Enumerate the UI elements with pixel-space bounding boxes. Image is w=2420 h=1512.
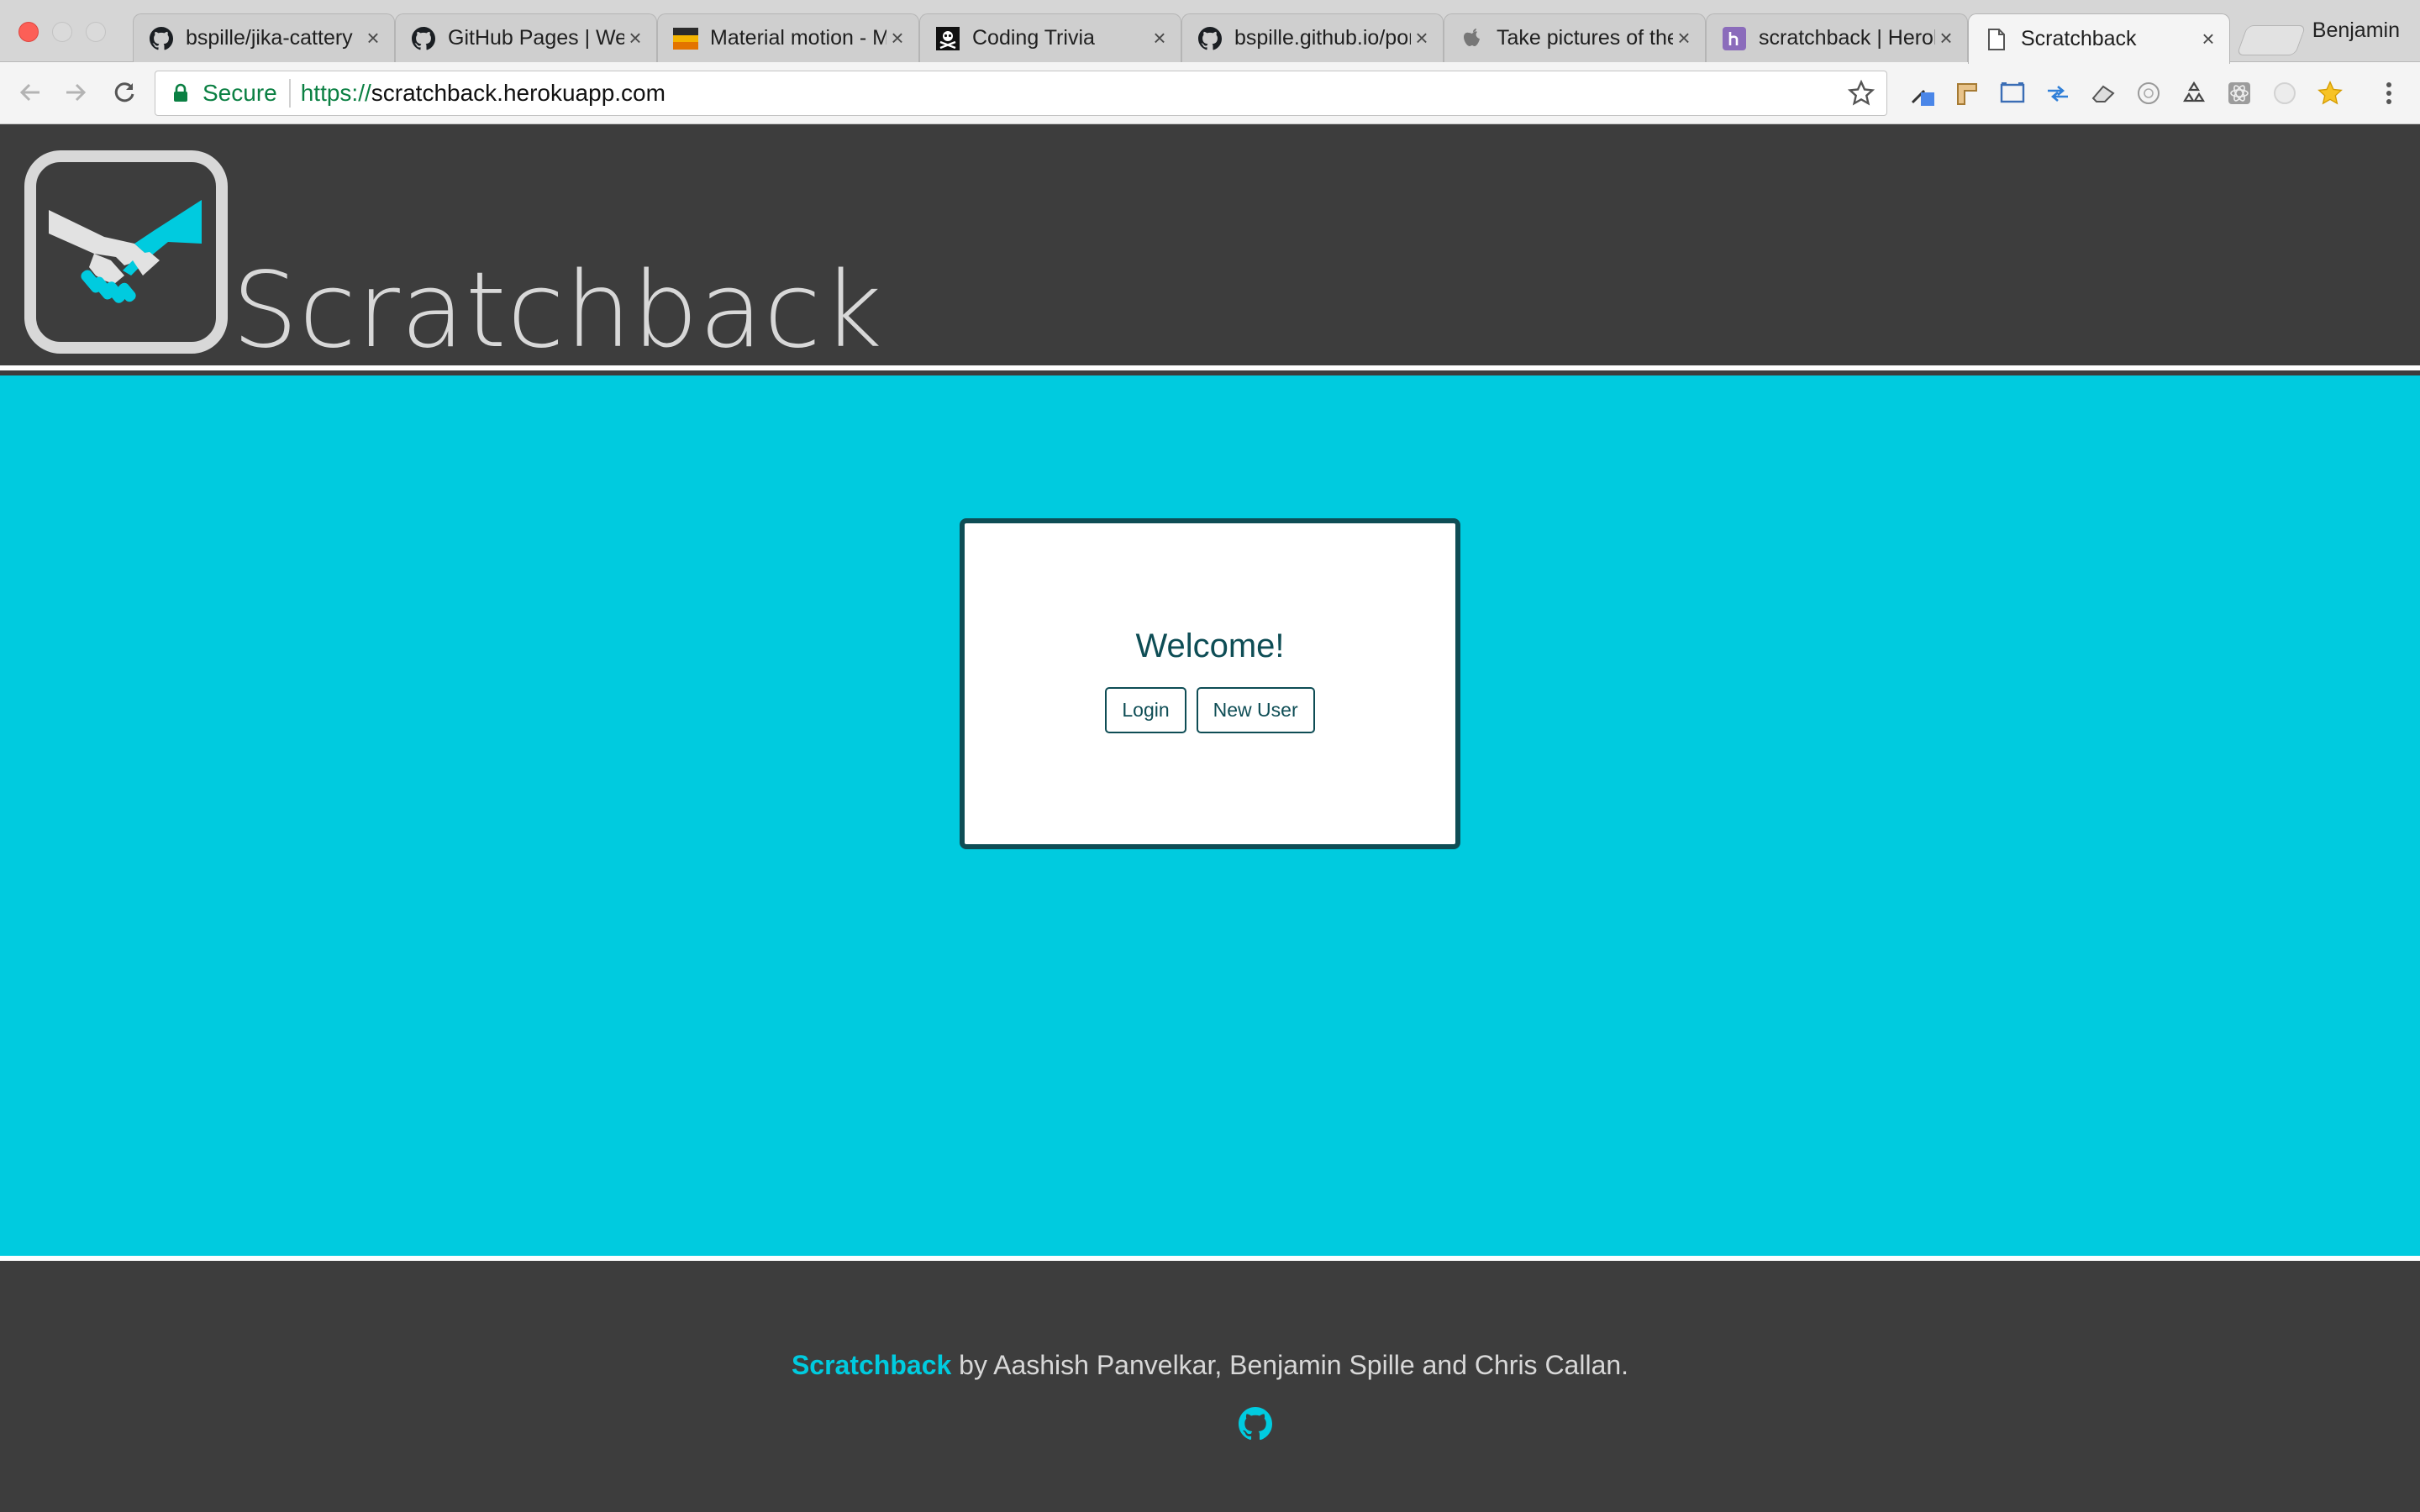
close-icon[interactable]: × xyxy=(1673,25,1695,51)
reload-icon xyxy=(112,80,137,109)
new-tab-button[interactable] xyxy=(2236,25,2307,55)
footer-brand: Scratchback xyxy=(791,1350,952,1380)
browser-tab-2[interactable]: GitHub Pages | Websites × xyxy=(395,13,657,62)
browser-tab-1[interactable]: bspille/jika-cattery × xyxy=(133,13,395,62)
github-icon xyxy=(1197,26,1223,51)
skull-icon xyxy=(935,26,960,51)
tab-title: Coding Trivia xyxy=(972,26,1095,50)
arrows-extension-icon[interactable] xyxy=(2044,79,2072,108)
window-resizer-icon[interactable] xyxy=(1998,79,2027,108)
browser-tab-7[interactable]: scratchback | Heroku × xyxy=(1706,13,1968,62)
circle-extension-icon[interactable] xyxy=(2134,79,2163,108)
tab-title: scratchback | Heroku xyxy=(1759,26,1935,50)
tab-title: Take pictures of the xyxy=(1497,26,1673,50)
page-viewport: Scratchback Welcome! Login New User Scra… xyxy=(0,124,2420,1512)
footer-credits: Scratchback by Aashish Panvelkar, Benjam… xyxy=(0,1350,2420,1381)
tab-title: bspille.github.io/portfolio xyxy=(1234,26,1411,50)
footer-authors: by Aashish Panvelkar, Benjamin Spille an… xyxy=(951,1350,1629,1380)
material-icon xyxy=(673,26,698,51)
reload-button[interactable] xyxy=(108,77,141,111)
profile-name[interactable]: Benjamin xyxy=(2312,18,2400,43)
menu-dots-icon[interactable] xyxy=(2375,79,2403,108)
ruler-extension-icon[interactable] xyxy=(1953,79,1981,108)
recycle-extension-icon[interactable] xyxy=(2180,79,2208,108)
tab-title: bspille/jika-cattery xyxy=(186,26,353,50)
disabled-extension-icon[interactable] xyxy=(2270,79,2299,108)
page-icon xyxy=(1984,27,2009,52)
main-content-area: Welcome! Login New User xyxy=(0,375,2420,1261)
eraser-extension-icon[interactable] xyxy=(2089,79,2118,108)
site-header: Scratchback xyxy=(0,124,2420,370)
browser-tab-3[interactable]: Material motion - Motion × xyxy=(657,13,919,62)
eyedropper-extension-icon[interactable] xyxy=(1907,79,1936,108)
close-icon[interactable]: × xyxy=(624,25,646,51)
url-text: https://scratchback.herokuapp.com xyxy=(301,80,666,107)
url-scheme: https:// xyxy=(300,80,371,106)
close-icon[interactable]: × xyxy=(1411,25,1433,51)
browser-tab-active[interactable]: Scratchback × xyxy=(1968,13,2230,64)
github-icon[interactable] xyxy=(1239,1407,1273,1441)
site-brand-title: Scratchback xyxy=(232,250,883,371)
close-icon[interactable]: × xyxy=(886,25,908,51)
url-host: scratchback.herokuapp.com xyxy=(371,80,666,106)
auth-button-group: Login New User xyxy=(1105,687,1315,733)
github-icon xyxy=(149,26,174,51)
new-user-button[interactable]: New User xyxy=(1196,687,1315,733)
welcome-card: Welcome! Login New User xyxy=(960,518,1460,849)
close-window-button[interactable] xyxy=(18,22,39,42)
heroku-icon xyxy=(1722,26,1747,51)
browser-tab-5[interactable]: bspille.github.io/portfolio × xyxy=(1181,13,1444,62)
address-bar[interactable]: Secure https://scratchback.herokuapp.com xyxy=(155,71,1887,116)
back-button[interactable] xyxy=(13,77,47,111)
forward-button[interactable] xyxy=(59,77,92,111)
site-footer: Scratchback by Aashish Panvelkar, Benjam… xyxy=(0,1266,2420,1512)
close-icon[interactable]: × xyxy=(1149,25,1171,51)
maximize-window-button[interactable] xyxy=(86,22,106,42)
close-icon[interactable]: × xyxy=(2197,26,2219,52)
github-icon xyxy=(411,26,436,51)
tab-title: GitHub Pages | Websites xyxy=(448,26,624,50)
welcome-heading: Welcome! xyxy=(1135,627,1285,664)
bookmark-star-icon[interactable] xyxy=(1847,79,1876,111)
apple-icon xyxy=(1460,26,1485,51)
security-label: Secure xyxy=(203,80,277,106)
browser-tab-4[interactable]: Coding Trivia × xyxy=(919,13,1181,62)
login-button[interactable]: Login xyxy=(1105,687,1186,733)
tab-title: Material motion - Motion xyxy=(710,26,886,50)
browser-tab-6[interactable]: Take pictures of the × xyxy=(1444,13,1706,62)
handshake-logo-icon[interactable] xyxy=(24,150,229,354)
tab-title: Scratchback xyxy=(2021,27,2137,50)
divider xyxy=(288,79,291,108)
react-devtools-icon[interactable] xyxy=(2225,79,2254,108)
star-extension-icon[interactable] xyxy=(2316,79,2344,108)
arrow-left-icon xyxy=(18,80,43,109)
arrow-right-icon xyxy=(63,80,88,109)
browser-tab-strip: bspille/jika-cattery × GitHub Pages | We… xyxy=(0,0,2420,64)
lock-icon xyxy=(172,83,192,103)
browser-toolbar: Secure https://scratchback.herokuapp.com xyxy=(0,62,2420,124)
close-icon[interactable]: × xyxy=(1935,25,1957,51)
minimize-window-button[interactable] xyxy=(52,22,72,42)
close-icon[interactable]: × xyxy=(362,25,384,51)
